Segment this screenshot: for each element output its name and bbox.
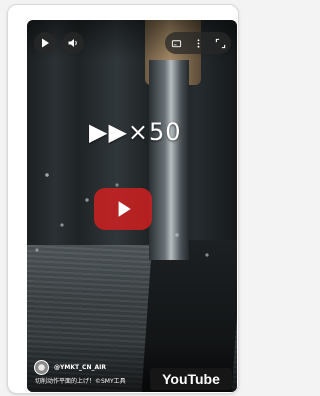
channel-avatar[interactable]: [34, 360, 49, 375]
more-button[interactable]: [193, 34, 204, 53]
fullscreen-button[interactable]: [215, 34, 226, 53]
speed-overlay-text: ▶▶×50: [89, 118, 182, 146]
video-player[interactable]: ▶▶×50 @YMKT_CN_AIR 切削动作平面的上げ！©SMY工具 YouT…: [27, 20, 237, 392]
captions-icon: [171, 39, 181, 47]
video-caption: 切削动作平面的上げ！©SMY工具: [35, 378, 126, 385]
youtube-logo[interactable]: YouTube: [150, 368, 232, 390]
youtube-play-icon: [118, 201, 131, 217]
more-vertical-icon: [197, 38, 199, 48]
volume-icon: [68, 39, 77, 47]
big-play-button[interactable]: [94, 188, 152, 230]
channel-handle[interactable]: @YMKT_CN_AIR: [54, 364, 106, 371]
play-button[interactable]: [34, 32, 56, 54]
captions-button[interactable]: [171, 34, 182, 53]
play-icon: [42, 38, 49, 48]
fullscreen-icon: [215, 38, 225, 48]
volume-button[interactable]: [62, 32, 84, 54]
channel-info[interactable]: @YMKT_CN_AIR: [34, 360, 106, 375]
right-controls: [165, 32, 231, 54]
